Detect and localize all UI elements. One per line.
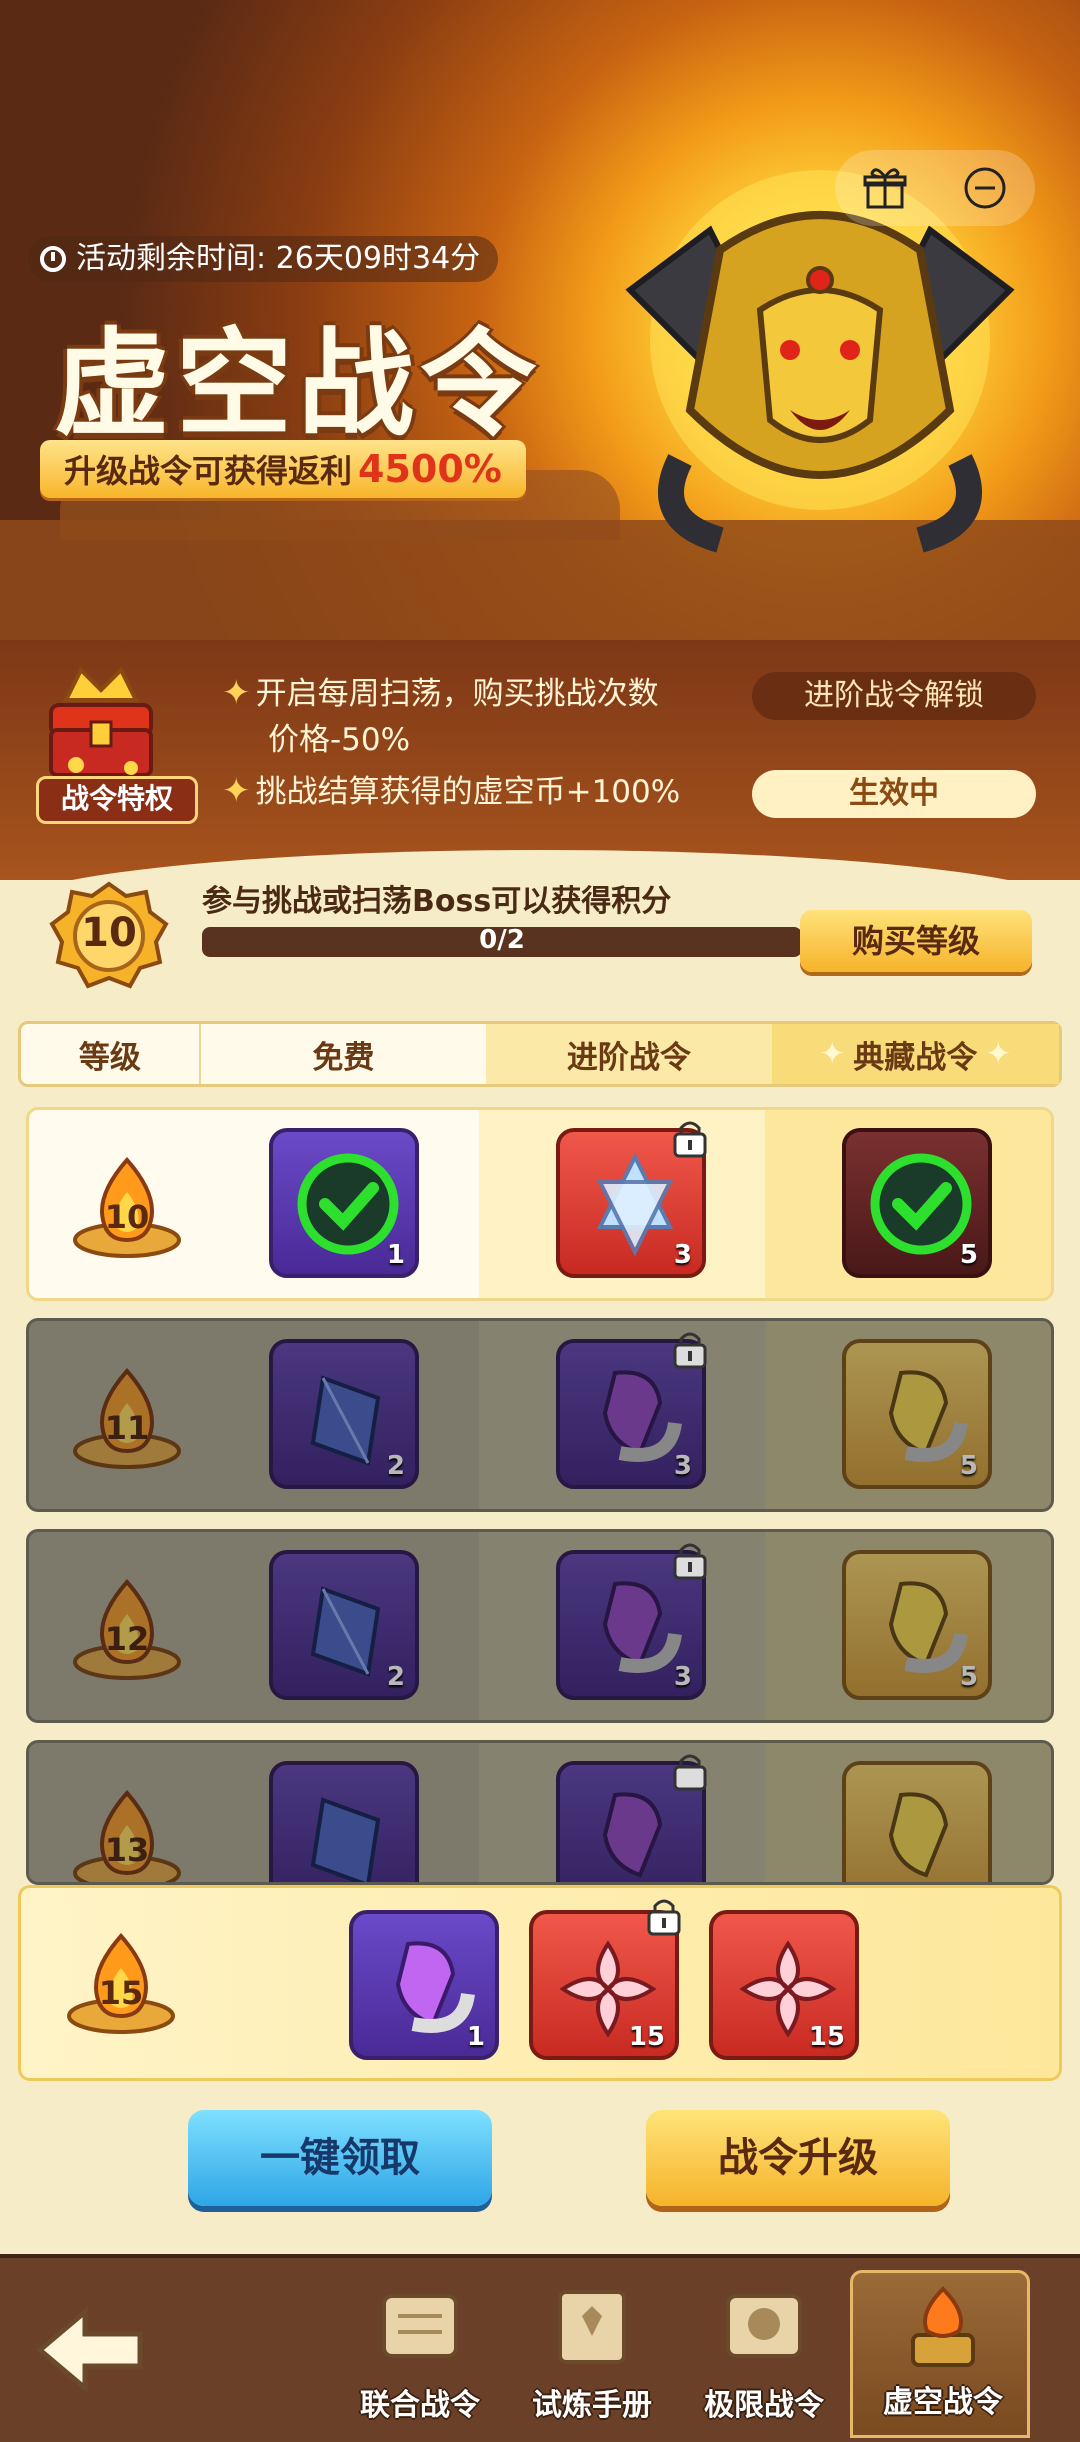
row-level: 12 bbox=[104, 1620, 150, 1658]
level-hint: 参与挑战或扫荡Boss可以获得积分 bbox=[202, 884, 672, 919]
free-reward-item[interactable]: 1 bbox=[269, 1128, 419, 1278]
blue-crystal-icon bbox=[310, 1797, 381, 1882]
gift-icon[interactable] bbox=[859, 162, 911, 214]
reward-count: 3 bbox=[673, 1662, 692, 1692]
reward-count: 2 bbox=[386, 1662, 405, 1692]
tab-label: 虚空战令 bbox=[883, 2385, 1003, 2420]
header-advanced: 进阶战令 bbox=[486, 1024, 772, 1084]
tab-label: 极限战令 bbox=[704, 2388, 824, 2423]
upgrade-pass-button[interactable]: 战令升级 bbox=[646, 2110, 950, 2206]
buy-level-button[interactable]: 购买等级 bbox=[800, 910, 1032, 972]
reward-row-11: 11 2 3 5 bbox=[26, 1318, 1054, 1512]
milestone-preview: 15 1 15 15 bbox=[18, 1885, 1062, 2081]
privilege-line-1: ✦ 开启每周扫荡，购买挑战次数 bbox=[222, 672, 659, 716]
current-level: 10 bbox=[81, 910, 137, 956]
active-status-badge: 生效中 bbox=[752, 770, 1036, 818]
tab-union-pass[interactable]: 联合战令 bbox=[340, 2270, 500, 2438]
tab-label: 试炼手册 bbox=[532, 2388, 652, 2423]
header-collector: ✦ 典藏战令 ✦ bbox=[771, 1024, 1059, 1084]
tab-extreme-pass[interactable]: 极限战令 bbox=[684, 2270, 844, 2438]
free-reward-item[interactable]: 2 bbox=[269, 1550, 419, 1700]
collector-reward-item[interactable] bbox=[842, 1761, 992, 1882]
top-action-group bbox=[835, 150, 1035, 226]
preview-level: 15 bbox=[98, 1974, 144, 2012]
reward-count: 5 bbox=[959, 1662, 978, 1692]
lock-icon bbox=[673, 1543, 707, 1580]
claim-all-button[interactable]: 一键领取 bbox=[188, 2110, 492, 2206]
beast-scroll-icon bbox=[726, 2294, 802, 2358]
page-title: 虚空战令 bbox=[54, 316, 542, 452]
free-reward-item[interactable]: 2 bbox=[269, 1339, 419, 1489]
reward-row-10: 10 1 3 5 bbox=[26, 1107, 1054, 1301]
level-progress-text: 0/2 bbox=[479, 925, 525, 955]
minus-circle-icon[interactable] bbox=[959, 162, 1011, 214]
row-level: 11 bbox=[104, 1409, 150, 1447]
privilege-line-2: ✦ 挑战结算获得的虚空币+100% bbox=[222, 770, 680, 814]
reward-count: 2 bbox=[386, 1451, 405, 1481]
tab-label: 联合战令 bbox=[360, 2388, 480, 2423]
level-flame-icon: 13 bbox=[67, 1781, 187, 1882]
tab-trial-handbook[interactable]: 试炼手册 bbox=[512, 2270, 672, 2438]
reward-table-header: 等级 免费 进阶战令 ✦ 典藏战令 ✦ bbox=[18, 1021, 1062, 1087]
reward-count: 3 bbox=[673, 1240, 692, 1270]
event-timer: 活动剩余时间: 26天09时34分 bbox=[28, 236, 499, 282]
reward-count: 15 bbox=[808, 2022, 845, 2052]
reward-count: 1 bbox=[466, 2022, 485, 2052]
collector-reward-item[interactable]: 5 bbox=[842, 1339, 992, 1489]
lock-icon bbox=[673, 1754, 707, 1791]
level-badge: 10 bbox=[46, 880, 172, 990]
level-flame-icon: 12 bbox=[67, 1570, 187, 1690]
privilege-text-2: 挑战结算获得的虚空币+100% bbox=[255, 774, 681, 810]
privilege-label: 战令特权 bbox=[36, 776, 198, 824]
tab-void-pass[interactable]: 虚空战令 bbox=[850, 2270, 1030, 2438]
void-lion-emblem bbox=[625, 170, 1015, 553]
reward-count: 15 bbox=[628, 2022, 665, 2052]
gold-gem-icon bbox=[888, 1792, 949, 1878]
collector-reward-item[interactable]: 5 bbox=[842, 1550, 992, 1700]
treasure-chest-icon bbox=[49, 666, 153, 777]
free-reward-item[interactable] bbox=[269, 1761, 419, 1882]
level-flame-icon: 10 bbox=[67, 1148, 187, 1268]
collector-reward-item[interactable]: 5 bbox=[842, 1128, 992, 1278]
flame-altar-icon bbox=[911, 2286, 975, 2367]
preview-free-item[interactable]: 1 bbox=[349, 1910, 499, 2060]
header-level: 等级 bbox=[21, 1024, 201, 1084]
lock-icon bbox=[673, 1121, 707, 1158]
reward-count: 1 bbox=[386, 1240, 405, 1270]
promo-percent: 4500% bbox=[358, 447, 502, 491]
privilege-text-1: 开启每周扫荡，购买挑战次数 bbox=[255, 676, 659, 712]
level-flame-icon: 15 bbox=[61, 1924, 181, 2044]
reward-row-12: 12 2 3 5 bbox=[26, 1529, 1054, 1723]
row-level: 13 bbox=[104, 1831, 150, 1869]
sparkle-icon: ✦ bbox=[222, 771, 251, 811]
promo-text: 升级战令可获得返利 bbox=[64, 452, 353, 490]
timer-text: 活动剩余时间: 26天09时34分 bbox=[76, 241, 481, 276]
advanced-unlock-button[interactable]: 进阶战令解锁 bbox=[752, 672, 1036, 720]
scroll-icon bbox=[382, 2294, 458, 2358]
reward-count: 3 bbox=[673, 1451, 692, 1481]
lock-icon bbox=[647, 1899, 681, 1936]
row-level: 10 bbox=[104, 1198, 150, 1236]
reward-row-13: 13 bbox=[26, 1740, 1054, 1885]
level-flame-icon: 11 bbox=[67, 1359, 187, 1479]
preview-collector-item[interactable]: 15 bbox=[709, 1910, 859, 2060]
back-arrow-icon[interactable] bbox=[30, 2300, 150, 2400]
reward-count: 5 bbox=[959, 1240, 978, 1270]
sparkle-icon: ✦ bbox=[222, 673, 251, 713]
book-icon bbox=[558, 2290, 626, 2364]
header-collector-label: 典藏战令 bbox=[853, 1039, 978, 1076]
header-free: 免费 bbox=[312, 1039, 375, 1076]
privilege-text-1b: 价格-50% bbox=[268, 722, 411, 758]
promo-banner: 升级战令可获得返利 4500% bbox=[40, 440, 526, 498]
reward-count: 5 bbox=[959, 1451, 978, 1481]
clock-icon bbox=[40, 246, 66, 272]
lock-icon bbox=[673, 1332, 707, 1369]
